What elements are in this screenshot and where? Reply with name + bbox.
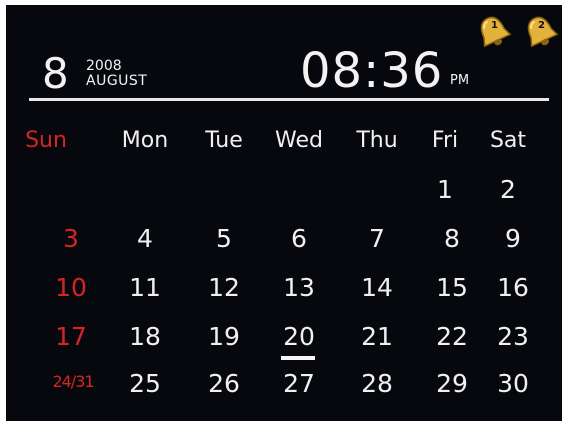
date-cell[interactable]: 14 [347, 275, 407, 300]
date-cell[interactable]: 12 [194, 275, 254, 300]
date-cell[interactable]: 2 [478, 177, 538, 202]
date-cell[interactable]: 5 [194, 226, 254, 251]
date-cell[interactable]: 23 [483, 324, 543, 349]
date-cell[interactable]: 17 [41, 324, 101, 349]
weekday-sun: Sun [25, 128, 67, 153]
date-cell[interactable]: 11 [115, 275, 175, 300]
weekday-sat: Sat [489, 128, 527, 153]
date-cell[interactable]: 3 [41, 226, 101, 251]
date-cell[interactable]: 16 [483, 275, 543, 300]
weekday-mon: Mon [121, 128, 169, 153]
date-cell[interactable]: 8 [422, 226, 482, 251]
date-cell[interactable]: 29 [422, 371, 482, 396]
date-cell[interactable]: 22 [422, 324, 482, 349]
date-cell[interactable]: 6 [269, 226, 329, 251]
date-cell-today[interactable]: 20 [269, 324, 329, 349]
date-cell[interactable]: 18 [115, 324, 175, 349]
today-underline [281, 356, 315, 360]
date-cell[interactable]: 24/31 [43, 374, 103, 390]
weekday-tue: Tue [205, 128, 243, 153]
date-cell[interactable]: 26 [194, 371, 254, 396]
date-cell[interactable]: 27 [269, 371, 329, 396]
date-cell[interactable]: 25 [115, 371, 175, 396]
date-cell[interactable]: 19 [194, 324, 254, 349]
calendar-screen: 8 2008 AUGUST 08:36 PM 1 2 Sun Mon Tue W… [6, 5, 562, 421]
date-cell[interactable]: 28 [347, 371, 407, 396]
date-cell[interactable]: 4 [115, 226, 175, 251]
date-cell[interactable]: 1 [415, 177, 475, 202]
date-cell[interactable]: 21 [347, 324, 407, 349]
date-cell[interactable]: 9 [483, 226, 543, 251]
weekday-fri: Fri [431, 128, 459, 153]
date-cell[interactable]: 7 [347, 226, 407, 251]
weekday-thu: Thu [356, 128, 398, 153]
date-cell[interactable]: 10 [41, 275, 101, 300]
date-cell[interactable]: 13 [269, 275, 329, 300]
calendar-grid: Sun Mon Tue Wed Thu Fri Sat 1 2 3 4 5 6 … [6, 5, 562, 421]
weekday-wed: Wed [275, 128, 323, 153]
date-cell[interactable]: 30 [483, 371, 543, 396]
date-cell[interactable]: 15 [422, 275, 482, 300]
